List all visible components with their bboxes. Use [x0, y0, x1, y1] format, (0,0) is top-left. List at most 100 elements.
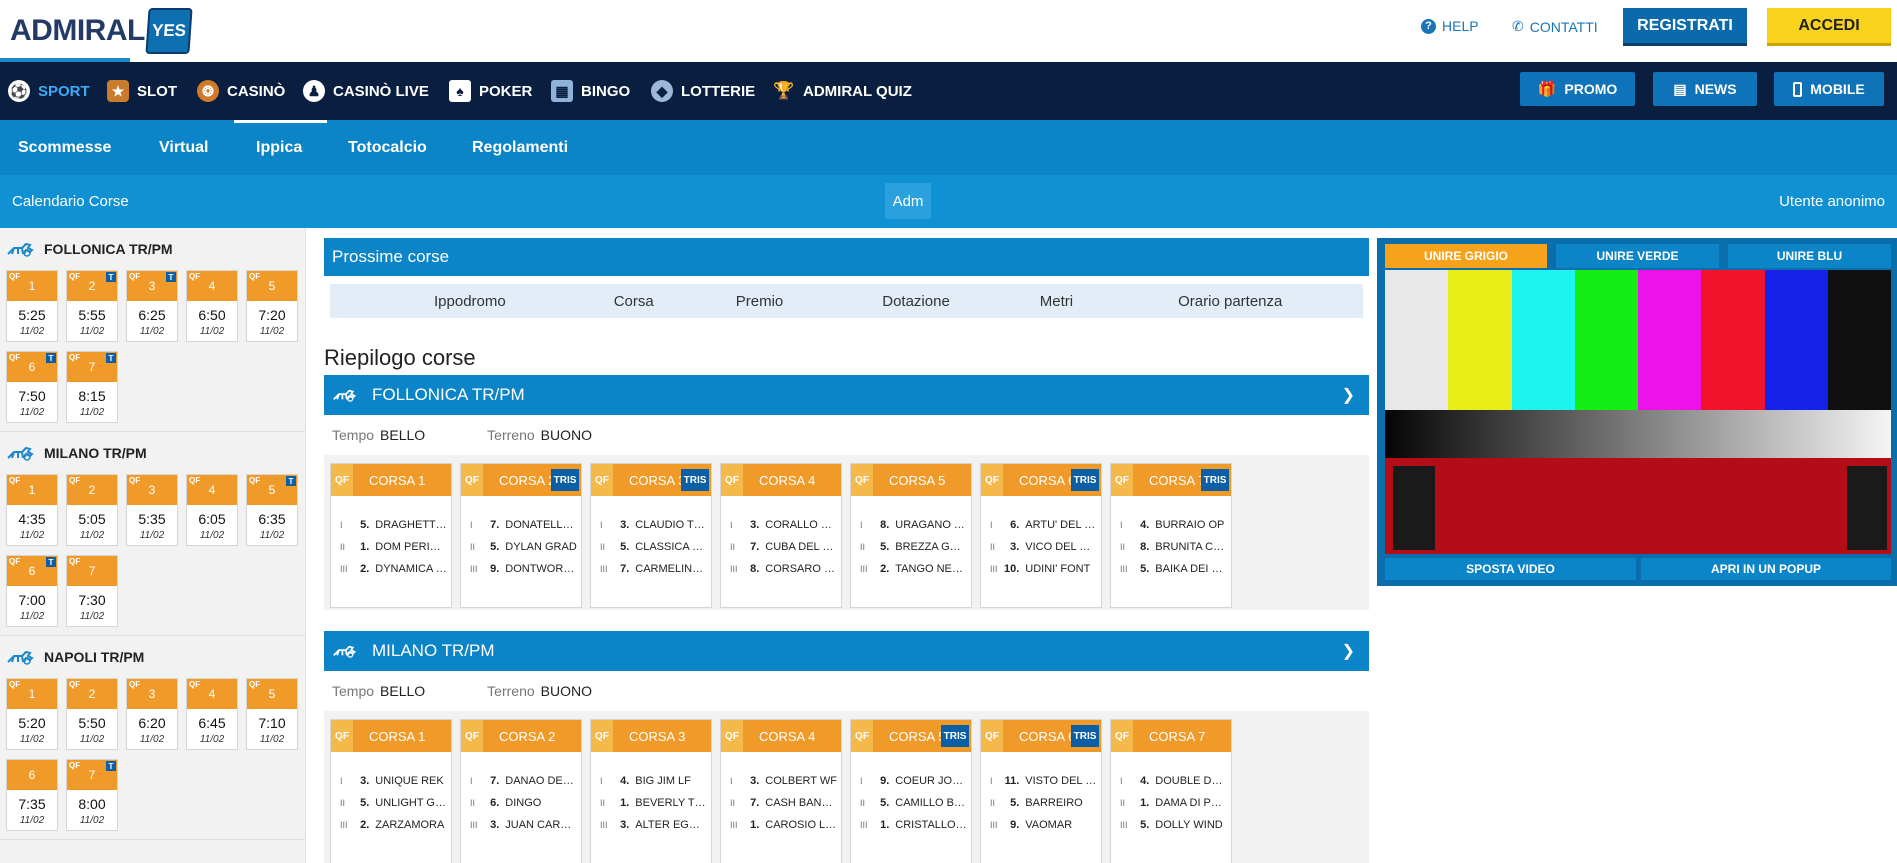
race-card[interactable]: 6 7:35 11/02: [6, 759, 58, 831]
sposta-video-button[interactable]: SPOSTA VIDEO: [1385, 558, 1636, 580]
corsa-card[interactable]: QF CORSA 1 I 5. DRAGHETTO ... II 1. DOM PERIGN.…: [330, 463, 452, 608]
tab-scommesse[interactable]: Scommesse: [18, 120, 111, 175]
nav-casino-live[interactable]: ♟ CASINÒ LIVE: [303, 62, 429, 120]
corsa-card[interactable]: QF CORSA 1 I 3. UNIQUE REK II 5. UNLIGHT GRIF II…: [330, 719, 452, 863]
race-card[interactable]: QF T 6 7:50 11/02: [6, 351, 58, 423]
race-card[interactable]: QF T 2 5:55 11/02: [66, 270, 118, 342]
race-card[interactable]: QF 2 5:50 11/02: [66, 678, 118, 750]
corsa-card[interactable]: QF CORSA 2 TRIS I 7. DONATELLO ... II 5. DYLAN G…: [460, 463, 582, 608]
news-button[interactable]: ▤ NEWS: [1653, 72, 1757, 106]
qf-badge: QF: [9, 680, 21, 689]
race-number: 2: [88, 279, 96, 293]
nav-sport[interactable]: ⚽ SPORT: [8, 62, 90, 120]
race-time: 8:00: [78, 796, 106, 812]
calendario-corse-link[interactable]: Calendario Corse: [12, 175, 129, 228]
corsa-card[interactable]: QF CORSA 2 I 7. DANAO DEGLI... II 6. DINGO III 3.…: [460, 719, 582, 863]
race-card[interactable]: QF 1 5:25 11/02: [6, 270, 58, 342]
tab-regolamenti[interactable]: Regolamenti: [472, 120, 568, 175]
horse-name: DOLLY WIND: [1155, 819, 1223, 831]
qf-badge: QF: [851, 464, 873, 496]
result-position: III: [860, 820, 868, 830]
registrati-button[interactable]: REGISTRATI: [1623, 8, 1747, 46]
corsa-card[interactable]: QF CORSA 3 I 4. BIG JIM LF II 1. BEVERLY TRIO II…: [590, 719, 712, 863]
mobile-button[interactable]: MOBILE: [1774, 72, 1884, 106]
venue-summary-header[interactable]: MILANO TR/PM ❯: [324, 631, 1369, 671]
race-card[interactable]: QF T 7 8:15 11/02: [66, 351, 118, 423]
contatti-link[interactable]: ✆ CONTATTI: [1512, 18, 1598, 35]
corsa-card[interactable]: QF CORSA 6 TRIS I 11. VISTO DEL N... II 5. BARRE…: [980, 719, 1102, 863]
nav-bingo[interactable]: ▦ BINGO: [551, 62, 630, 120]
race-card[interactable]: QF 4 6:05 11/02: [186, 474, 238, 546]
result-position: I: [730, 520, 733, 530]
black-block-left: [1393, 466, 1435, 550]
race-card[interactable]: QF 7 7:30 11/02: [66, 555, 118, 627]
race-card[interactable]: QF 4 6:45 11/02: [186, 678, 238, 750]
venue-header[interactable]: NAPOLI TR/PM: [6, 646, 300, 668]
corsa-card[interactable]: QF CORSA 4 I 3. CORALLO PIS... II 7. CUBA DEL D…: [720, 463, 842, 608]
horse-name: UNLIGHT GRIF: [375, 797, 447, 809]
venue-header[interactable]: MILANO TR/PM: [6, 442, 300, 464]
race-time: 8:15: [78, 388, 106, 404]
admiral-logo[interactable]: ADMIRAL YES: [10, 6, 193, 56]
horse-number: 10.: [1003, 563, 1020, 575]
tab-virtual[interactable]: Virtual: [159, 120, 209, 175]
promo-button[interactable]: 🎁 PROMO: [1520, 72, 1635, 106]
corse-list: QF CORSA 1 I 3. UNIQUE REK II 5. UNLIGHT GRIF II…: [324, 711, 1369, 863]
nav-casino[interactable]: ❂ CASINÒ: [197, 62, 285, 120]
corsa-card[interactable]: QF CORSA 3TRIS I 3. CLAUDIO THOR II 5. CLASSICA…: [590, 463, 712, 608]
horse-name: CLAUDIO THOR: [635, 519, 707, 531]
chevron-down-icon[interactable]: ❯: [1342, 385, 1355, 405]
horse-name: URAGANO TR...: [895, 519, 967, 531]
race-card[interactable]: QF 3 5:35 11/02: [126, 474, 178, 546]
qf-badge: QF: [331, 464, 353, 496]
result-row: I 3. UNIQUE REK: [335, 770, 447, 792]
result-position: II: [860, 798, 866, 808]
race-card[interactable]: QF 1 5:20 11/02: [6, 678, 58, 750]
nav-label: LOTTERIE: [681, 82, 756, 100]
race-card[interactable]: QF T 5 6:35 11/02: [246, 474, 298, 546]
race-number-bar: QF 1: [7, 475, 57, 505]
race-card[interactable]: QF 1 4:35 11/02: [6, 474, 58, 546]
corsa-card[interactable]: QF CORSA 5TRIS I 9. COEUR JOYEU... II 5. CAMILL…: [850, 719, 972, 863]
tab-unire-blu[interactable]: UNIRE BLU: [1728, 244, 1891, 268]
corsa-results: I 3. CORALLO PIS... II 7. CUBA DEL DU... III 8.…: [721, 496, 841, 580]
nav-lotterie[interactable]: ◆ LOTTERIE: [651, 62, 755, 120]
tab-unire-verde[interactable]: UNIRE VERDE: [1556, 244, 1719, 268]
tab-unire-grigio[interactable]: UNIRE GRIGIO: [1385, 244, 1547, 268]
venue-summary-header[interactable]: FOLLONICA TR/PM ❯: [324, 375, 1369, 415]
result-position: II: [730, 542, 736, 552]
venue-header[interactable]: FOLLONICA TR/PM: [6, 238, 300, 260]
nav-slot[interactable]: ★ SLOT: [107, 62, 177, 120]
race-card[interactable]: QF T 3 6:25 11/02: [126, 270, 178, 342]
race-time: 6:20: [138, 715, 166, 731]
horse-number: 1.: [1140, 797, 1150, 809]
race-card[interactable]: QF 5 7:20 11/02: [246, 270, 298, 342]
race-card[interactable]: QF 3 6:20 11/02: [126, 678, 178, 750]
result-position: III: [730, 820, 738, 830]
adm-button[interactable]: Adm: [885, 183, 931, 219]
corsa-card[interactable]: QF CORSA 7 I 4. DOUBLE DRE... II 1. DAMA DI PRU…: [1110, 719, 1232, 863]
horse-name: DAMA DI PRU...: [1155, 797, 1227, 809]
venue-summary: MILANO TR/PM ❯ Tempo BELLO Terreno BUONO QF COR…: [324, 631, 1369, 863]
nav-admiral-quiz[interactable]: 🏆 ADMIRAL QUIZ: [773, 62, 911, 120]
result-position: III: [600, 820, 608, 830]
race-card[interactable]: QF T 7 8:00 11/02: [66, 759, 118, 831]
horse-number: 7.: [490, 519, 500, 531]
help-link[interactable]: ? HELP: [1421, 18, 1479, 34]
accedi-button[interactable]: ACCEDI: [1767, 8, 1891, 46]
corsa-card[interactable]: QF CORSA 4 I 3. COLBERT WF II 7. CASH BANK B...…: [720, 719, 842, 863]
corsa-card[interactable]: QF CORSA 5 I 8. URAGANO TR... II 5. BREZZA GRAD…: [850, 463, 972, 608]
race-card[interactable]: QF T 6 7:00 11/02: [6, 555, 58, 627]
tab-ippica[interactable]: Ippica: [256, 120, 302, 175]
race-card[interactable]: QF 4 6:50 11/02: [186, 270, 238, 342]
race-card[interactable]: QF 5 7:10 11/02: [246, 678, 298, 750]
race-card[interactable]: QF 2 5:05 11/02: [66, 474, 118, 546]
corsa-card[interactable]: QF CORSA 6TRIS I 6. ARTU' DEL BR... II 3. VICO …: [980, 463, 1102, 608]
nav-poker[interactable]: ♠ POKER: [449, 62, 532, 120]
apri-popup-button[interactable]: APRI IN UN POPUP: [1641, 558, 1891, 580]
horse-number: 5.: [1010, 797, 1020, 809]
corsa-card[interactable]: QF CORSA 7 TRIS I 4. BURRAIO OP II 8. BRUNITA CA…: [1110, 463, 1232, 608]
chevron-down-icon[interactable]: ❯: [1342, 641, 1355, 661]
tab-totocalcio[interactable]: Totocalcio: [348, 120, 427, 175]
riepilogo-blocks: FOLLONICA TR/PM ❯ Tempo BELLO Terreno BUONO QF…: [324, 375, 1369, 863]
